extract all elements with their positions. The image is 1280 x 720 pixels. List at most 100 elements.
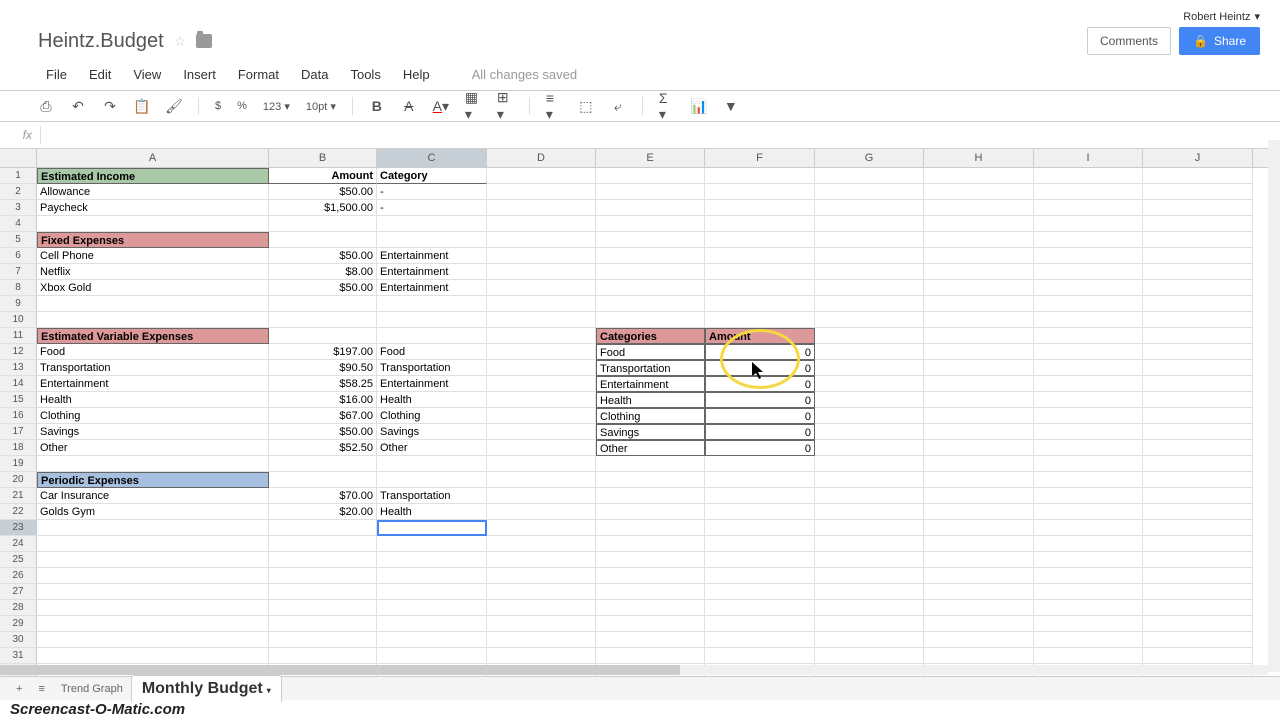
cell-F10[interactable] [705, 312, 815, 328]
cell-B28[interactable] [269, 600, 377, 616]
cell-D29[interactable] [487, 616, 596, 632]
cell-B10[interactable] [269, 312, 377, 328]
star-icon[interactable]: ☆ [174, 33, 187, 50]
cell-H31[interactable] [924, 648, 1034, 664]
wrap-icon[interactable]: ⤶ [610, 98, 626, 114]
cell-I3[interactable] [1034, 200, 1143, 216]
cell-C4[interactable] [377, 216, 487, 232]
row-header[interactable]: 29 [0, 616, 37, 632]
cell-I27[interactable] [1034, 584, 1143, 600]
col-header-D[interactable]: D [487, 149, 596, 167]
cell-H15[interactable] [924, 392, 1034, 408]
row-header[interactable]: 13 [0, 360, 37, 376]
cell-H25[interactable] [924, 552, 1034, 568]
cell-B26[interactable] [269, 568, 377, 584]
cell-J22[interactable] [1143, 504, 1253, 520]
horizontal-scrollbar[interactable] [0, 665, 1268, 675]
cell-A19[interactable] [37, 456, 269, 472]
cell-A9[interactable] [37, 296, 269, 312]
cell-A12[interactable]: Food [37, 344, 269, 360]
cell-E27[interactable] [596, 584, 705, 600]
cell-E19[interactable] [596, 456, 705, 472]
cell-C18[interactable]: Other [377, 440, 487, 456]
row-header[interactable]: 6 [0, 248, 37, 264]
cell-I8[interactable] [1034, 280, 1143, 296]
cell-A20[interactable]: Periodic Expenses [37, 472, 269, 488]
cell-G15[interactable] [815, 392, 924, 408]
cell-B8[interactable]: $50.00 [269, 280, 377, 296]
cell-B14[interactable]: $58.25 [269, 376, 377, 392]
cell-B19[interactable] [269, 456, 377, 472]
cell-G14[interactable] [815, 376, 924, 392]
formula-input[interactable] [40, 126, 1272, 144]
cell-C25[interactable] [377, 552, 487, 568]
cell-A24[interactable] [37, 536, 269, 552]
cell-D4[interactable] [487, 216, 596, 232]
cell-J7[interactable] [1143, 264, 1253, 280]
col-header-H[interactable]: H [924, 149, 1034, 167]
cell-J16[interactable] [1143, 408, 1253, 424]
cell-H28[interactable] [924, 600, 1034, 616]
cell-B11[interactable] [269, 328, 377, 344]
cell-G31[interactable] [815, 648, 924, 664]
row-header[interactable]: 11 [0, 328, 37, 344]
row-header[interactable]: 18 [0, 440, 37, 456]
cell-B13[interactable]: $90.50 [269, 360, 377, 376]
cell-J14[interactable] [1143, 376, 1253, 392]
col-header-F[interactable]: F [705, 149, 815, 167]
cell-G24[interactable] [815, 536, 924, 552]
cell-H5[interactable] [924, 232, 1034, 248]
cell-A22[interactable]: Golds Gym [37, 504, 269, 520]
currency-format[interactable]: $ [215, 100, 221, 112]
cell-H22[interactable] [924, 504, 1034, 520]
cell-I14[interactable] [1034, 376, 1143, 392]
cell-E25[interactable] [596, 552, 705, 568]
row-header[interactable]: 12 [0, 344, 37, 360]
cell-H12[interactable] [924, 344, 1034, 360]
cell-I4[interactable] [1034, 216, 1143, 232]
cell-H8[interactable] [924, 280, 1034, 296]
cell-D14[interactable] [487, 376, 596, 392]
cell-J25[interactable] [1143, 552, 1253, 568]
cell-C5[interactable] [377, 232, 487, 248]
cell-F18[interactable]: 0 [705, 440, 815, 456]
cell-J13[interactable] [1143, 360, 1253, 376]
undo-icon[interactable]: ↶ [70, 98, 86, 114]
cell-E20[interactable] [596, 472, 705, 488]
cell-D1[interactable] [487, 168, 596, 184]
cell-F31[interactable] [705, 648, 815, 664]
cell-D26[interactable] [487, 568, 596, 584]
cell-I7[interactable] [1034, 264, 1143, 280]
cell-G9[interactable] [815, 296, 924, 312]
cell-G23[interactable] [815, 520, 924, 536]
cell-F3[interactable] [705, 200, 815, 216]
col-header-E[interactable]: E [596, 149, 705, 167]
cell-I20[interactable] [1034, 472, 1143, 488]
cell-A2[interactable]: Allowance [37, 184, 269, 200]
col-header-A[interactable]: A [37, 149, 269, 167]
cell-D11[interactable] [487, 328, 596, 344]
cell-D12[interactable] [487, 344, 596, 360]
cell-A16[interactable]: Clothing [37, 408, 269, 424]
cell-I23[interactable] [1034, 520, 1143, 536]
cell-I22[interactable] [1034, 504, 1143, 520]
cell-C26[interactable] [377, 568, 487, 584]
cell-C10[interactable] [377, 312, 487, 328]
redo-icon[interactable]: ↷ [102, 98, 118, 114]
cell-F26[interactable] [705, 568, 815, 584]
cell-J15[interactable] [1143, 392, 1253, 408]
cell-B30[interactable] [269, 632, 377, 648]
cell-B6[interactable]: $50.00 [269, 248, 377, 264]
cell-H14[interactable] [924, 376, 1034, 392]
cell-D17[interactable] [487, 424, 596, 440]
doc-title[interactable]: Heintz.Budget [38, 30, 164, 53]
row-header[interactable]: 31 [0, 648, 37, 664]
chart-icon[interactable]: 📊 [691, 98, 707, 114]
cell-G28[interactable] [815, 600, 924, 616]
cell-F29[interactable] [705, 616, 815, 632]
cell-E26[interactable] [596, 568, 705, 584]
cell-D23[interactable] [487, 520, 596, 536]
cell-H26[interactable] [924, 568, 1034, 584]
cell-I29[interactable] [1034, 616, 1143, 632]
cell-I24[interactable] [1034, 536, 1143, 552]
